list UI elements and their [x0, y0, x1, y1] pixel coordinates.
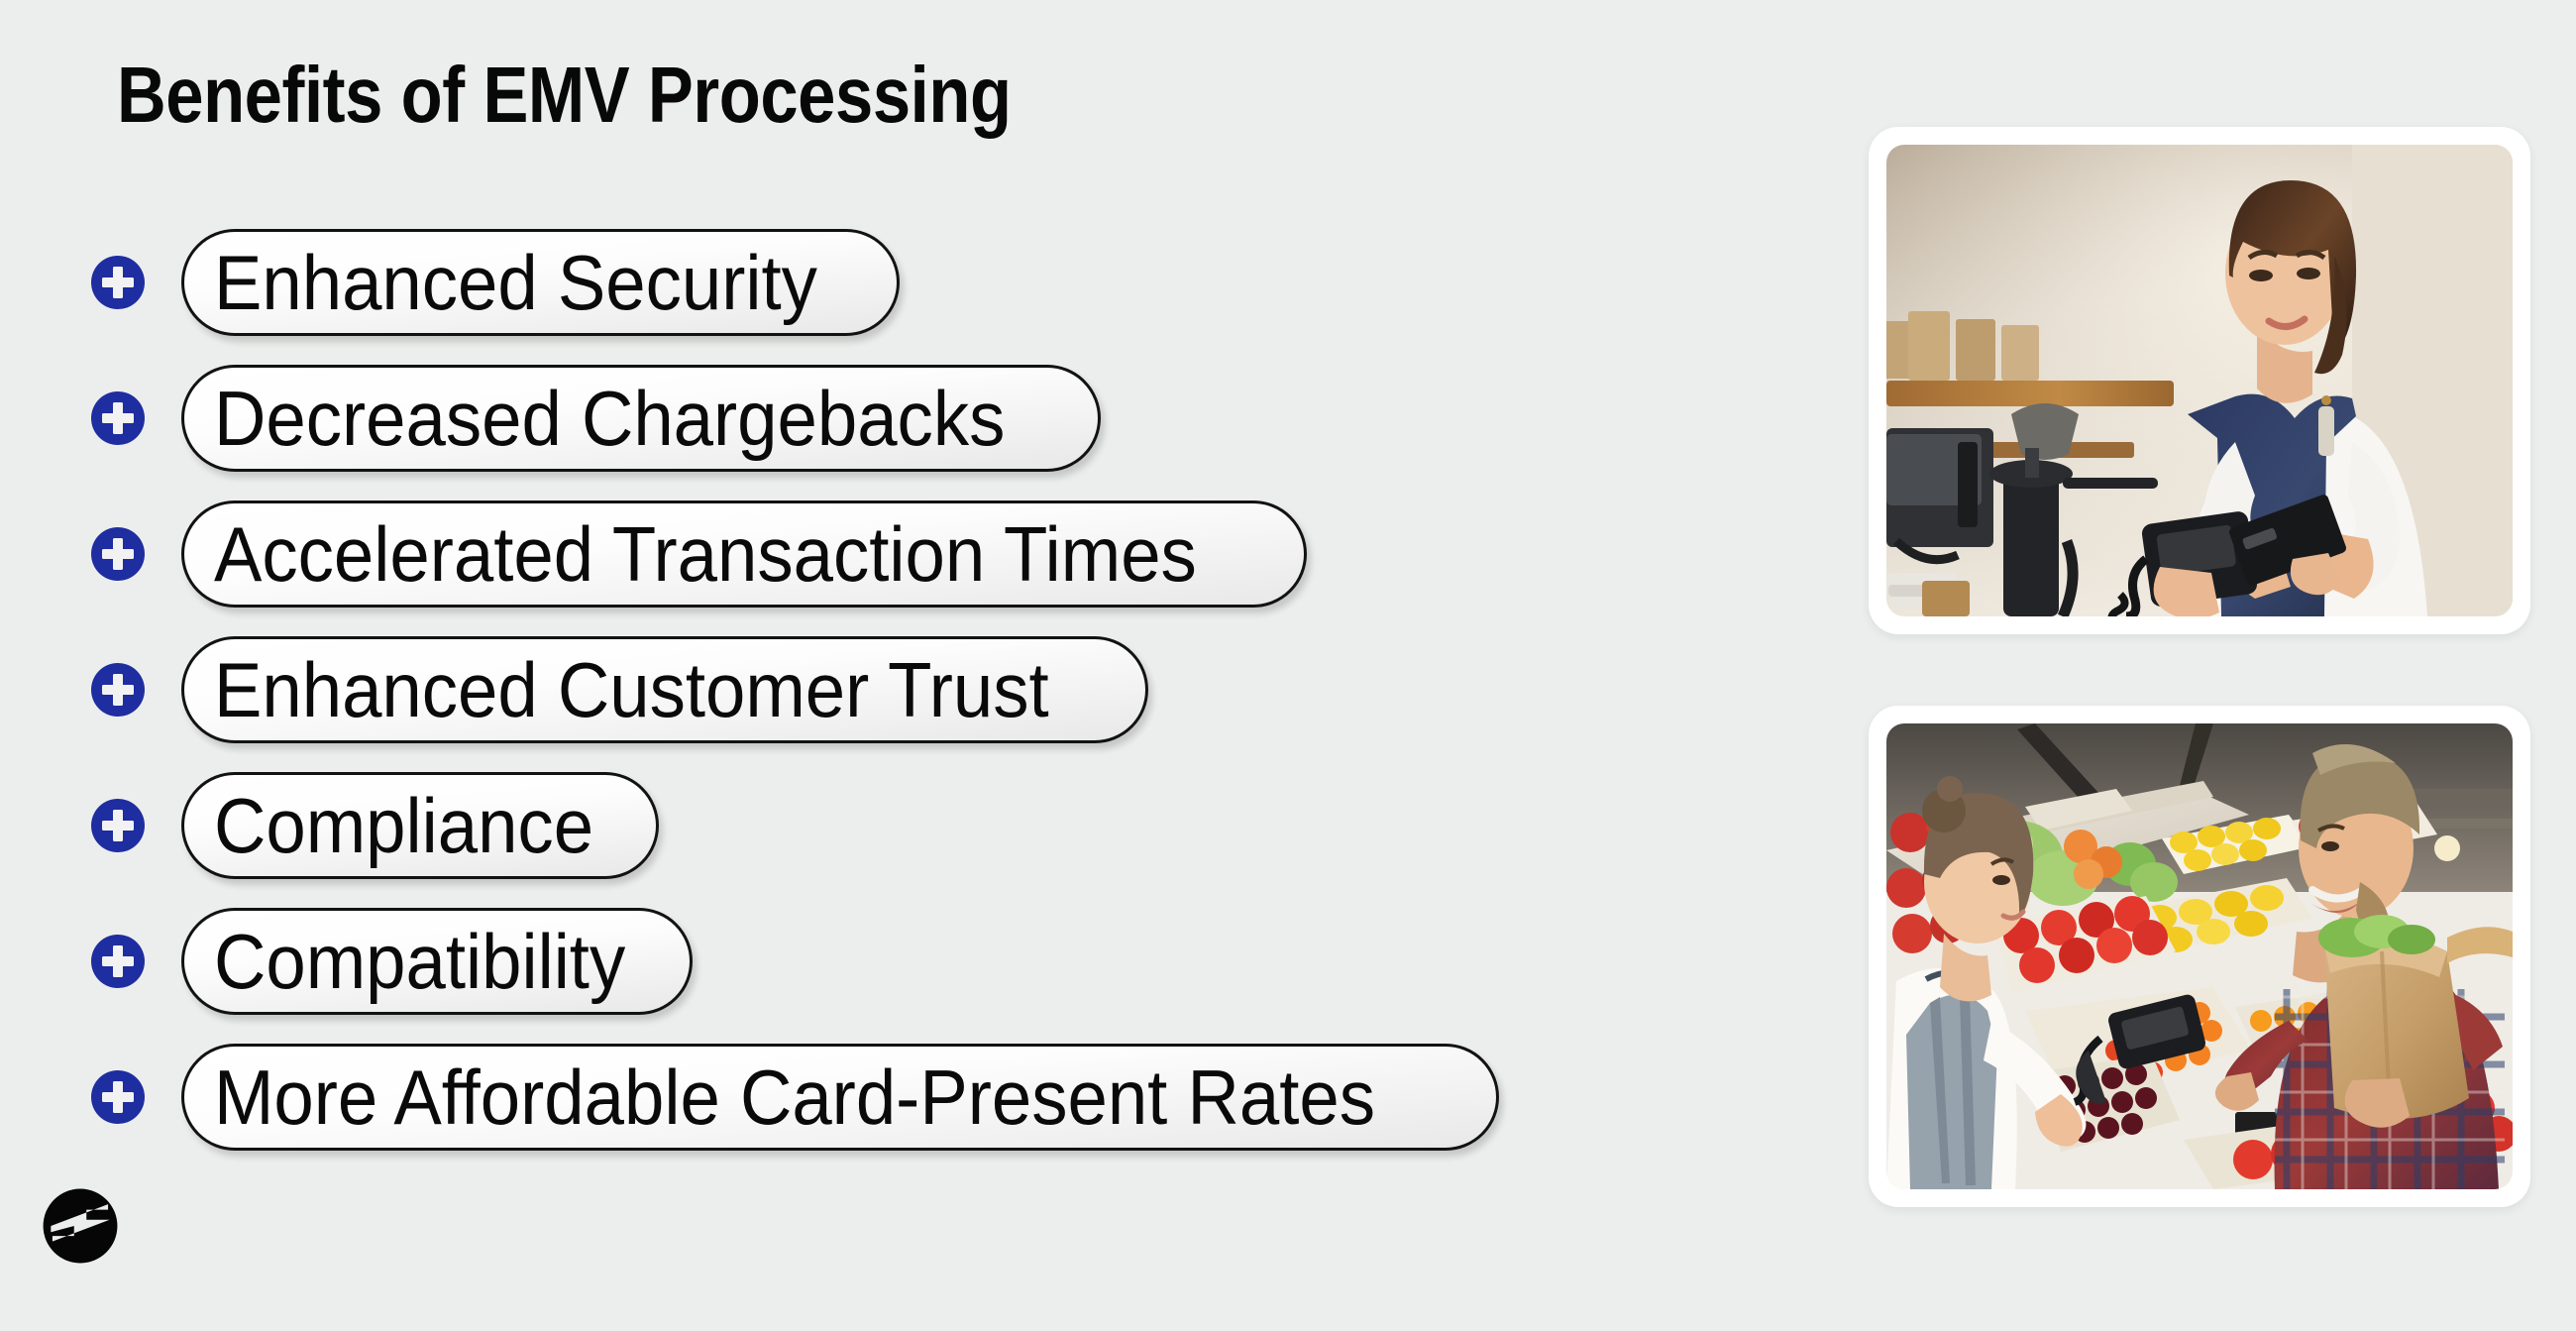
- photo-card-market: [1869, 706, 2530, 1207]
- plus-circle-icon: [91, 799, 145, 852]
- benefit-capsule[interactable]: Decreased Chargebacks: [181, 365, 1102, 472]
- slide-root: Benefits of EMV Processing Enhanced Secu…: [0, 0, 2576, 1331]
- list-item: Enhanced Security: [91, 224, 1775, 341]
- benefit-label: Accelerated Transaction Times: [214, 510, 1197, 598]
- plus-circle-icon: [91, 527, 145, 581]
- benefit-capsule[interactable]: Enhanced Customer Trust: [181, 636, 1149, 743]
- benefit-capsule[interactable]: Compliance: [181, 772, 659, 879]
- list-item: Enhanced Customer Trust: [91, 631, 1775, 748]
- list-item: Compatibility: [91, 903, 1775, 1020]
- benefit-capsule[interactable]: More Affordable Card-Present Rates: [181, 1044, 1500, 1151]
- list-item: Accelerated Transaction Times: [91, 496, 1775, 612]
- benefit-capsule[interactable]: Enhanced Security: [181, 229, 900, 336]
- list-item: Compliance: [91, 767, 1775, 884]
- page-title: Benefits of EMV Processing: [117, 51, 1012, 139]
- list-item: Decreased Chargebacks: [91, 360, 1775, 477]
- benefit-capsule[interactable]: Accelerated Transaction Times: [181, 500, 1308, 608]
- benefit-capsule[interactable]: Compatibility: [181, 908, 694, 1015]
- benefit-label: More Affordable Card-Present Rates: [214, 1054, 1375, 1141]
- photo-market-produce: [1886, 723, 2513, 1189]
- plus-circle-icon: [91, 935, 145, 988]
- lightning-bolt-circle-logo: [42, 1187, 119, 1265]
- photo-barista-card-reader: [1886, 145, 2513, 616]
- photo-card-barista: [1869, 127, 2530, 634]
- benefit-label: Compliance: [214, 782, 594, 869]
- benefit-label: Enhanced Customer Trust: [214, 646, 1049, 733]
- plus-circle-icon: [91, 391, 145, 445]
- benefit-label: Compatibility: [214, 918, 626, 1005]
- benefits-list: Enhanced Security Decreased Chargebacks …: [91, 224, 1775, 1174]
- benefit-label: Decreased Chargebacks: [214, 375, 1006, 462]
- plus-circle-icon: [91, 1070, 145, 1124]
- plus-circle-icon: [91, 256, 145, 309]
- list-item: More Affordable Card-Present Rates: [91, 1039, 1775, 1156]
- plus-circle-icon: [91, 663, 145, 717]
- benefit-label: Enhanced Security: [214, 239, 817, 326]
